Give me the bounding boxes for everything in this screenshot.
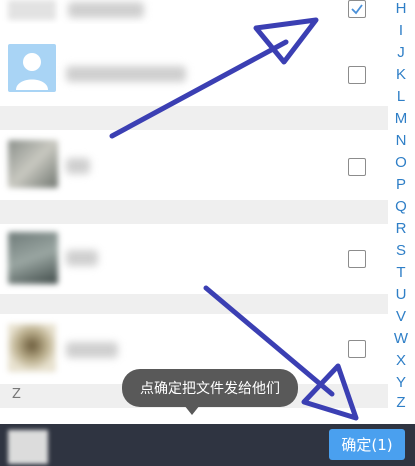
section-label: Z bbox=[12, 387, 21, 402]
hint-tooltip: 点确定把文件发给他们 bbox=[122, 369, 298, 407]
select-checkbox[interactable] bbox=[348, 340, 366, 358]
section-divider bbox=[0, 106, 388, 130]
avatar bbox=[8, 0, 56, 20]
index-letter[interactable]: Q bbox=[390, 198, 412, 215]
contact-row[interactable] bbox=[0, 224, 388, 294]
default-avatar-icon bbox=[16, 53, 48, 90]
check-icon bbox=[351, 4, 363, 15]
select-checkbox[interactable] bbox=[348, 0, 366, 18]
avatar bbox=[8, 232, 58, 284]
index-letter[interactable]: X bbox=[390, 352, 412, 369]
bottom-bar: 确定(1) bbox=[0, 424, 415, 466]
index-letter[interactable]: J bbox=[390, 44, 412, 61]
index-letter[interactable]: W bbox=[390, 330, 412, 347]
index-letter[interactable]: U bbox=[390, 286, 412, 303]
contact-name-blurred bbox=[66, 158, 90, 174]
contact-row[interactable] bbox=[0, 24, 388, 106]
avatar bbox=[8, 44, 56, 92]
contact-row[interactable] bbox=[0, 130, 388, 200]
index-letter[interactable]: H bbox=[390, 0, 412, 17]
index-letter[interactable]: Y bbox=[390, 374, 412, 391]
index-letter[interactable]: L bbox=[390, 88, 412, 105]
index-letter[interactable]: K bbox=[390, 66, 412, 83]
contact-name-blurred bbox=[66, 342, 118, 358]
contact-name-blurred bbox=[66, 250, 98, 266]
tooltip-text: 点确定把文件发给他们 bbox=[140, 381, 280, 397]
index-letter[interactable]: S bbox=[390, 242, 412, 259]
index-letter[interactable]: I bbox=[390, 22, 412, 39]
section-divider bbox=[0, 200, 388, 224]
select-checkbox[interactable] bbox=[348, 158, 366, 176]
contact-row[interactable] bbox=[0, 0, 388, 24]
avatar bbox=[8, 140, 58, 188]
index-letter[interactable]: T bbox=[390, 264, 412, 281]
avatar bbox=[8, 324, 56, 372]
index-letter[interactable]: V bbox=[390, 308, 412, 325]
index-letter[interactable]: R bbox=[390, 220, 412, 237]
index-letter[interactable]: N bbox=[390, 132, 412, 149]
index-letter[interactable]: O bbox=[390, 154, 412, 171]
alphabet-index[interactable]: H I J K L M N O P Q R S T U V W X Y Z bbox=[390, 0, 412, 416]
index-letter[interactable]: Z bbox=[390, 394, 412, 411]
tooltip-tail bbox=[184, 405, 200, 415]
selected-contact-thumbnail[interactable] bbox=[8, 430, 48, 464]
select-checkbox[interactable] bbox=[348, 250, 366, 268]
section-divider bbox=[0, 294, 388, 314]
index-letter[interactable]: M bbox=[390, 110, 412, 127]
contact-name-blurred bbox=[68, 2, 144, 18]
index-letter[interactable]: P bbox=[390, 176, 412, 193]
contact-name-blurred bbox=[66, 66, 186, 82]
confirm-button[interactable]: 确定(1) bbox=[329, 429, 405, 460]
select-checkbox[interactable] bbox=[348, 66, 366, 84]
